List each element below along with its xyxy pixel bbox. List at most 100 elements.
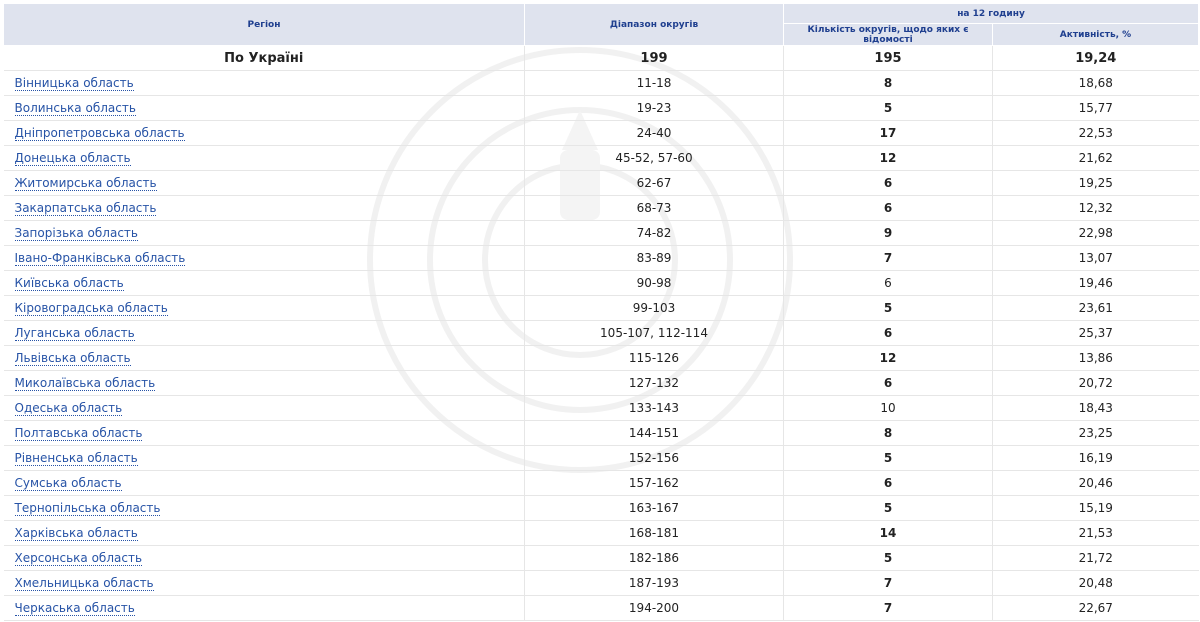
region-link[interactable]: Сумська область [14,476,122,491]
region-cell: Миколаївська область [3,370,525,396]
total-region: По Україні [3,45,525,71]
activity-cell: 18,43 [991,395,1199,421]
range-cell: 105-107, 112-114 [524,320,784,346]
region-cell: Черкаська область [3,595,525,621]
range-cell: 90-98 [524,270,784,296]
count-cell: 14 [783,520,993,546]
range-cell: 68-73 [524,195,784,221]
region-cell: Запорізька область [3,220,525,246]
activity-cell: 22,67 [991,595,1199,621]
range-cell: 19-23 [524,95,784,121]
activity-cell: 21,62 [991,145,1199,171]
table-row: Полтавська область 144-151 8 23,25 [3,420,1199,446]
range-cell: 99-103 [524,295,784,321]
table-row: Сумська область 157-162 6 20,46 [3,470,1199,496]
region-link[interactable]: Тернопільська область [14,501,161,516]
activity-cell: 22,53 [991,120,1199,146]
count-cell: 7 [783,570,993,596]
count-cell: 8 [783,70,993,96]
region-cell: Житомирська область [3,170,525,196]
region-cell: Львівська область [3,345,525,371]
region-cell: Луганська область [3,320,525,346]
table-row: Хмельницька область 187-193 7 20,48 [3,570,1199,596]
activity-cell: 12,32 [991,195,1199,221]
results-table: Регіон Діапазон округів на 12 годину Кіл… [3,2,1200,621]
region-link[interactable]: Волинська область [14,101,136,116]
table-row: Луганська область 105-107, 112-114 6 25,37 [3,320,1199,346]
region-link[interactable]: Донецька область [14,151,131,166]
region-link[interactable]: Одеська область [14,401,123,416]
range-cell: 157-162 [524,470,784,496]
region-link[interactable]: Полтавська область [14,426,143,441]
region-cell: Донецька область [3,145,525,171]
region-link[interactable]: Харківська область [14,526,138,541]
range-cell: 45-52, 57-60 [524,145,784,171]
activity-cell: 19,25 [991,170,1199,196]
region-link[interactable]: Дніпропетровська область [14,126,185,141]
range-cell: 74-82 [524,220,784,246]
table-row: Львівська область 115-126 12 13,86 [3,345,1199,371]
count-cell: 5 [783,95,993,121]
total-count: 195 [783,45,993,71]
region-cell: Рівненська область [3,445,525,471]
count-cell: 6 [783,470,993,496]
table-row: Дніпропетровська область 24-40 17 22,53 [3,120,1199,146]
range-cell: 83-89 [524,245,784,271]
range-cell: 187-193 [524,570,784,596]
region-link[interactable]: Черкаська область [14,601,135,616]
header-time-group: на 12 годину [782,2,1200,25]
region-link[interactable]: Житомирська область [14,176,157,191]
region-cell: Кіровоградська область [3,295,525,321]
activity-cell: 13,07 [991,245,1199,271]
region-link[interactable]: Кіровоградська область [14,301,168,316]
table-row: Кіровоградська область 99-103 5 23,61 [3,295,1199,321]
header-range: Діапазон округів [524,3,784,46]
region-cell: Волинська область [3,95,525,121]
region-link[interactable]: Хмельницька область [14,576,154,591]
activity-cell: 18,68 [991,70,1199,96]
region-link[interactable]: Київська область [14,276,124,291]
region-cell: Дніпропетровська область [3,120,525,146]
region-link[interactable]: Херсонська область [14,551,143,566]
region-cell: Одеська область [3,395,525,421]
table-row: Херсонська область 182-186 5 21,72 [3,545,1199,571]
table-row: Вінницька область 11-18 8 18,68 [3,70,1199,96]
region-link[interactable]: Рівненська область [14,451,138,466]
region-cell: Харківська область [3,520,525,546]
range-cell: 152-156 [524,445,784,471]
region-link[interactable]: Івано-Франківська область [14,251,186,266]
table-row: Рівненська область 152-156 5 16,19 [3,445,1199,471]
range-cell: 182-186 [524,545,784,571]
table-row: Київська область 90-98 6 19,46 [3,270,1199,296]
region-link[interactable]: Луганська область [14,326,135,341]
table-row: Запорізька область 74-82 9 22,98 [3,220,1199,246]
count-cell: 5 [783,545,993,571]
region-cell: Херсонська область [3,545,525,571]
activity-cell: 16,19 [991,445,1199,471]
region-cell: Хмельницька область [3,570,525,596]
region-link[interactable]: Запорізька область [14,226,138,241]
table-row: Харківська область 168-181 14 21,53 [3,520,1199,546]
range-cell: 163-167 [524,495,784,521]
range-cell: 11-18 [524,70,784,96]
region-link[interactable]: Закарпатська область [14,201,157,216]
region-link[interactable]: Миколаївська область [14,376,156,391]
count-cell: 6 [783,195,993,221]
count-cell: 6 [783,270,993,296]
region-link[interactable]: Вінницька область [14,76,134,91]
count-cell: 8 [783,420,993,446]
region-link[interactable]: Львівська область [14,351,131,366]
activity-cell: 15,19 [991,495,1199,521]
header-count: Кількість округів, щодо яких є відомості [783,23,993,46]
activity-cell: 25,37 [991,320,1199,346]
region-cell: Закарпатська область [3,195,525,221]
count-cell: 5 [783,445,993,471]
activity-cell: 15,77 [991,95,1199,121]
range-cell: 168-181 [524,520,784,546]
activity-cell: 22,98 [991,220,1199,246]
header-activity: Активність, % [991,23,1200,46]
region-cell: Сумська область [3,470,525,496]
region-cell: Полтавська область [3,420,525,446]
region-cell: Тернопільська область [3,495,525,521]
total-row: По Україні 199 195 19,24 [3,45,1199,71]
